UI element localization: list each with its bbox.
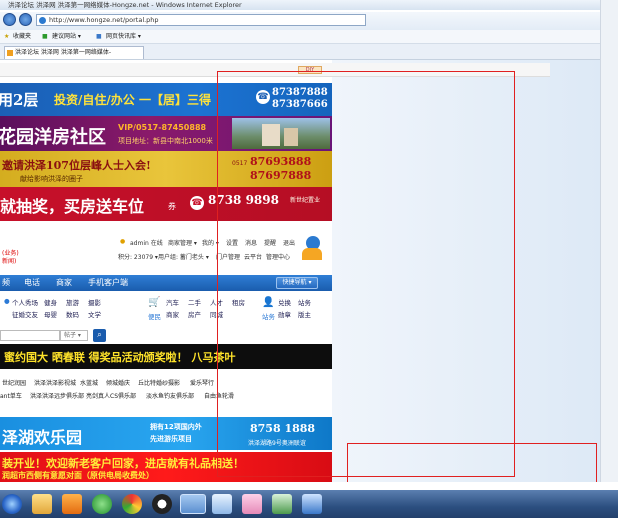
media-player-icon[interactable] bbox=[62, 494, 82, 514]
tab-bar: 洪泽论坛 洪泽网 洪泽第一网络媒体-Hongze.net bbox=[0, 44, 600, 68]
cat-second-hand[interactable]: 二手 bbox=[188, 297, 201, 307]
cat-travel[interactable]: 旅游 bbox=[66, 297, 79, 307]
search-icon[interactable]: ⌕ bbox=[93, 329, 106, 342]
qq-icon[interactable] bbox=[152, 494, 172, 514]
feed-icon: ■ bbox=[96, 33, 102, 40]
folder-icon[interactable] bbox=[32, 494, 52, 514]
search-input[interactable] bbox=[0, 330, 60, 341]
diy-frame-outline bbox=[347, 443, 597, 482]
diy-frame-outline bbox=[217, 71, 515, 477]
taskbar bbox=[0, 490, 618, 518]
window-title: 洪泽论坛 洪泽网 洪泽第一网络媒体-Hongze.net - Windows I… bbox=[8, 1, 242, 9]
cat-property[interactable]: 房产 bbox=[188, 309, 201, 319]
ie-active-icon[interactable] bbox=[180, 494, 206, 514]
link-item[interactable]: 爱乐琴行 bbox=[190, 378, 214, 387]
points-menu[interactable]: 积分: 23079 ▾ bbox=[118, 252, 158, 261]
cat-fitness[interactable]: 健身 bbox=[44, 297, 57, 307]
address-bar: http://www.hongze.net/portal.php bbox=[0, 12, 600, 30]
nav-item-merchants[interactable]: 商家 bbox=[56, 275, 72, 291]
people-icon: ● bbox=[4, 297, 10, 305]
banner1-slogan: 投资/自住/办公 一【居】三得 bbox=[54, 93, 211, 107]
forward-button[interactable] bbox=[19, 13, 32, 26]
link-item[interactable]: 淡水鱼钓友俱乐部 bbox=[146, 391, 194, 400]
link-item[interactable]: 丘比特婚纱摄影 bbox=[138, 378, 180, 387]
url-text: http://www.hongze.net/portal.php bbox=[49, 16, 159, 24]
banner2-note1: VIP/0517-87450888 bbox=[118, 123, 207, 132]
banner5-line2: 先进游乐项目 bbox=[150, 435, 192, 443]
banner6-line2: 润超市西侧有意愿对面（原供电局收费处） bbox=[2, 470, 154, 480]
search-type-select[interactable]: 帖子 ▾ bbox=[60, 330, 88, 341]
link-item[interactable]: 倾城婚庆 bbox=[106, 378, 130, 387]
favorites-bar: ★ 收藏夹 ■ 建议网站 ▾ ■ 网页快讯库 ▾ bbox=[0, 30, 600, 44]
banner3-main: 邀请洪泽107位层峰人士入会! bbox=[2, 159, 151, 172]
cat-digital[interactable]: 数码 bbox=[66, 309, 79, 319]
link-item[interactable]: 世纪润园 bbox=[2, 378, 26, 387]
title-bar: 洪泽论坛 洪泽网 洪泽第一网络媒体-Hongze.net - Windows I… bbox=[0, 0, 600, 10]
nav-item-phone[interactable]: 电话 bbox=[24, 275, 40, 291]
cat-baby[interactable]: 母婴 bbox=[44, 309, 57, 319]
ticker-text: 蜜约国大 晒春联 得奖品活动颁奖啦！ 八马茶叶 bbox=[4, 351, 236, 364]
usergroup-menu[interactable]: 用户组: 蓄门老头 ▾ bbox=[158, 252, 209, 261]
tab-hongze[interactable]: 洪泽论坛 洪泽网 洪泽第一网络媒体-Hongze.net bbox=[4, 46, 144, 68]
nav-item-channel[interactable]: 频 bbox=[2, 275, 10, 291]
ie-icon[interactable] bbox=[92, 494, 112, 514]
banner5-line1: 拥有12项国内外 bbox=[150, 423, 202, 431]
banner4-suffix: 券 bbox=[168, 202, 176, 211]
cart-icon: 🛒 bbox=[148, 297, 161, 308]
banner2-left-text: 花园洋房社区 bbox=[0, 127, 106, 148]
cat-convenience-label: 便民 bbox=[148, 313, 161, 321]
cat-literature[interactable]: 文学 bbox=[88, 309, 101, 319]
cat-cars[interactable]: 汽车 bbox=[166, 297, 179, 307]
url-field[interactable]: http://www.hongze.net/portal.php bbox=[36, 14, 366, 26]
cat-photography[interactable]: 摄影 bbox=[88, 297, 101, 307]
ie-window: 洪泽论坛 洪泽网 洪泽第一网络媒体-Hongze.net - Windows I… bbox=[0, 0, 600, 482]
banner1-left-text: 用2层 bbox=[0, 91, 39, 109]
merchant-menu[interactable]: 商家管理 ▾ bbox=[168, 238, 197, 247]
user-icon: ● bbox=[120, 238, 126, 245]
link-item[interactable]: 洪泽洪泽远步俱乐部 bbox=[30, 391, 84, 400]
cat-dating[interactable]: 征婚交友 bbox=[12, 309, 38, 319]
network-icon[interactable] bbox=[302, 494, 322, 514]
suggested-sites-link[interactable]: 建议网站 ▾ bbox=[52, 30, 81, 44]
suggest-icon: ■ bbox=[42, 33, 48, 40]
banner3-sub: 献给影响洪泽的圈子 bbox=[20, 175, 83, 183]
start-orb[interactable] bbox=[2, 494, 22, 514]
banner6-line1: 装开业！欢迎新老客户回家，进店就有礼品相送！ bbox=[2, 457, 244, 470]
link-item[interactable]: 亮剑真人CS俱乐部 bbox=[86, 391, 136, 400]
tools-icon[interactable] bbox=[272, 494, 292, 514]
vertical-scrollbar[interactable] bbox=[600, 0, 618, 482]
user-left-text2[interactable]: 新闻) bbox=[2, 256, 16, 265]
banner2-note2: 项目地址：新县中南北1000米 bbox=[118, 137, 213, 145]
link-item[interactable]: ant单车 bbox=[0, 391, 22, 400]
banner4-main: 就抽奖，买房送车位 bbox=[0, 197, 145, 216]
web-slice-link[interactable]: 网页快讯库 ▾ bbox=[106, 30, 141, 44]
link-item[interactable]: 水蓝城 bbox=[80, 378, 98, 387]
back-button[interactable] bbox=[3, 13, 16, 26]
paint-icon[interactable] bbox=[212, 494, 232, 514]
link-item[interactable]: 洪泽洪泽影视城 bbox=[34, 378, 76, 387]
favorites-label[interactable]: 收藏夹 bbox=[13, 30, 31, 44]
site-favicon bbox=[7, 50, 13, 56]
chrome-icon[interactable] bbox=[122, 494, 142, 514]
username-link[interactable]: admin 在线 bbox=[130, 238, 163, 247]
nav-item-mobile-client[interactable]: 手机客户端 bbox=[88, 275, 128, 291]
app-icon[interactable] bbox=[242, 494, 262, 514]
cat-merchants[interactable]: 商家 bbox=[166, 309, 179, 319]
cat-personal-show[interactable]: 个人秀场 bbox=[12, 297, 38, 307]
phone-icon: ☎ bbox=[190, 196, 204, 210]
banner5-main: 泽湖欢乐园 bbox=[2, 428, 83, 447]
page-icon bbox=[39, 17, 46, 24]
star-icon[interactable]: ★ bbox=[4, 30, 9, 44]
